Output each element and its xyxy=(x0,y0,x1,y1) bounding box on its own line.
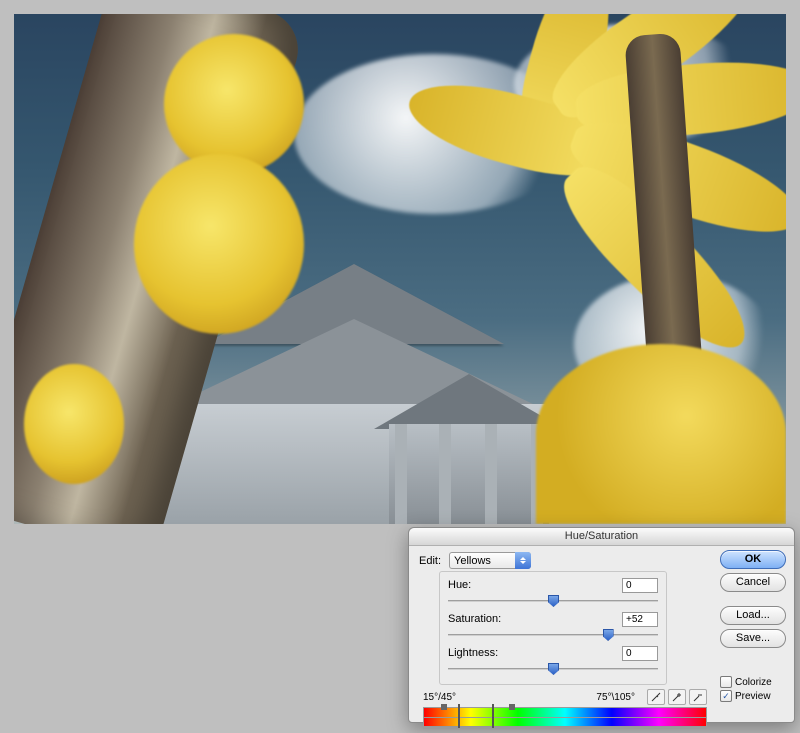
edit-label: Edit: xyxy=(419,555,449,567)
ok-button[interactable]: OK xyxy=(720,550,786,569)
select-arrows-icon[interactable] xyxy=(515,552,531,569)
save-button[interactable]: Save... xyxy=(720,629,786,648)
cancel-button[interactable]: Cancel xyxy=(720,573,786,592)
hue-label: Hue: xyxy=(448,579,526,591)
range-left-readout: 15°/45° xyxy=(423,692,456,703)
colorize-label: Colorize xyxy=(735,677,772,688)
saturation-label: Saturation: xyxy=(448,613,526,625)
color-spectrum[interactable] xyxy=(423,707,707,729)
eyedropper-plus-icon[interactable] xyxy=(668,689,686,705)
eyedropper-icon[interactable] xyxy=(647,689,665,705)
image-canvas[interactable] xyxy=(14,14,786,524)
load-button[interactable]: Load... xyxy=(720,606,786,625)
foliage xyxy=(536,344,786,524)
foliage xyxy=(24,364,124,484)
lightness-label: Lightness: xyxy=(448,647,526,659)
saturation-value[interactable]: +52 xyxy=(622,612,658,627)
hue-value[interactable]: 0 xyxy=(622,578,658,593)
range-right-readout: 75°\105° xyxy=(596,692,635,703)
lightness-value[interactable]: 0 xyxy=(622,646,658,661)
foliage xyxy=(164,34,304,174)
preview-checkbox[interactable]: ✓ Preview xyxy=(720,690,786,702)
hue-saturation-dialog: Hue/Saturation Edit: Hue: 0 xyxy=(408,527,795,723)
dialog-title[interactable]: Hue/Saturation xyxy=(409,528,794,546)
colorize-checkbox[interactable]: Colorize xyxy=(720,676,786,688)
eyedropper-minus-icon[interactable] xyxy=(689,689,707,705)
slider-group: Hue: 0 Saturation: +52 Lightness: xyxy=(439,571,667,685)
hue-slider[interactable] xyxy=(448,594,658,608)
lightness-slider[interactable] xyxy=(448,662,658,676)
saturation-slider[interactable] xyxy=(448,628,658,642)
preview-label: Preview xyxy=(735,691,771,702)
foliage xyxy=(134,154,304,334)
